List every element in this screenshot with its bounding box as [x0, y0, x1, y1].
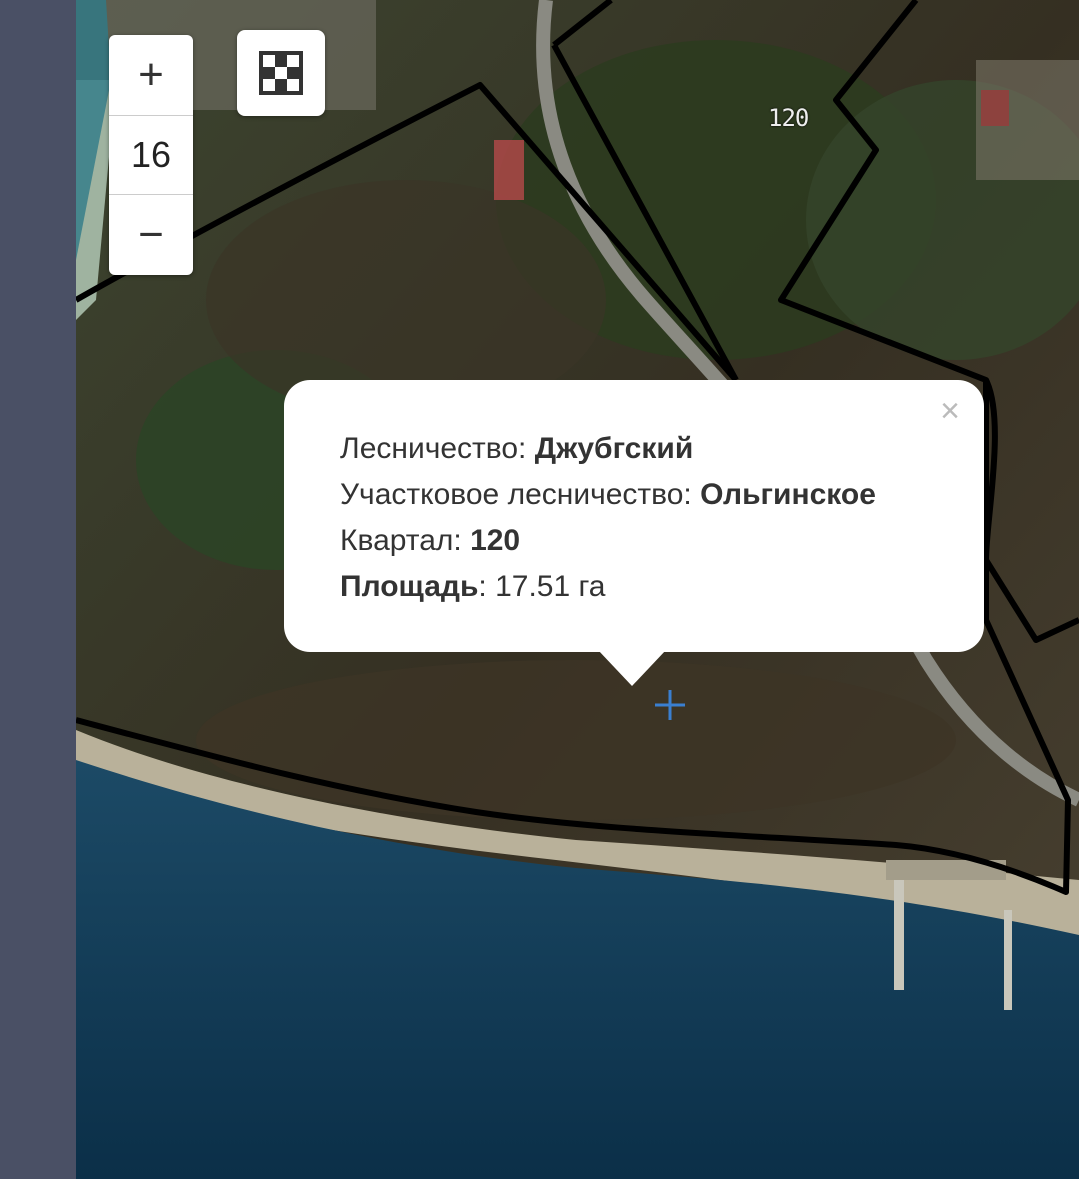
zoom-control: + 16 −: [109, 35, 193, 275]
area-label: Площадь: [340, 570, 479, 603]
checker-layers-icon: [259, 51, 303, 95]
area-value: : 17.51 га: [478, 570, 606, 603]
forestry-value: Джубгский: [534, 432, 694, 465]
quarter-row: Квартал: 120: [340, 518, 984, 564]
district-label: Участковое лесничество:: [340, 478, 701, 511]
layers-toggle-button[interactable]: [237, 30, 325, 116]
zoom-out-button[interactable]: −: [109, 195, 193, 275]
close-popup-button[interactable]: ×: [940, 388, 960, 434]
zoom-in-button[interactable]: +: [109, 35, 193, 115]
info-popup: × Лесничество: Джубгский Участковое лесн…: [284, 380, 984, 686]
quarter-number-label: 120: [768, 104, 809, 132]
left-sidebar: [0, 0, 76, 1179]
quarter-value: 120: [470, 524, 521, 557]
quarter-label: Квартал:: [340, 524, 471, 557]
zoom-level-display: 16: [109, 115, 193, 195]
forestry-label: Лесничество:: [340, 432, 535, 465]
area-row: Площадь: 17.51 га: [340, 564, 984, 610]
crosshair-marker-icon: [655, 690, 685, 720]
district-row: Участковое лесничество: Ольгинское: [340, 472, 984, 518]
popup-tip: [598, 650, 666, 686]
forestry-row: Лесничество: Джубгский: [340, 426, 984, 472]
district-value: Ольгинское: [700, 478, 876, 511]
